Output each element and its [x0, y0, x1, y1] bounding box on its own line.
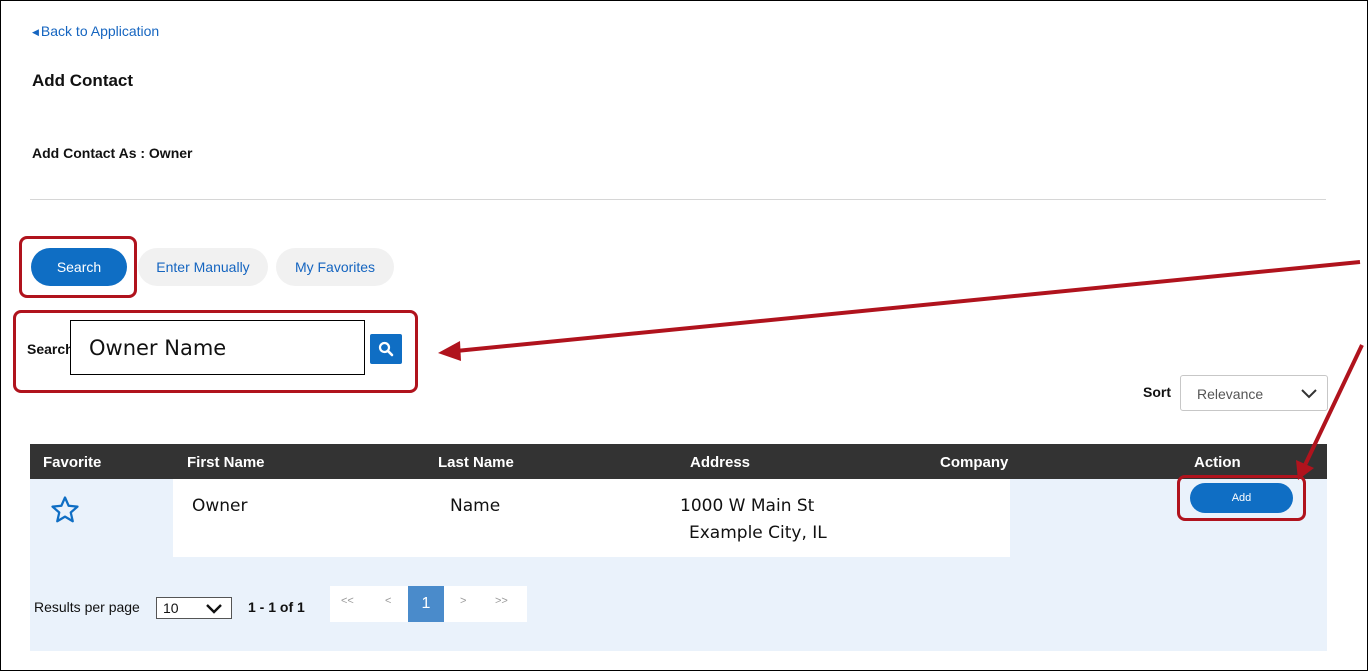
tab-my-favorites[interactable]: My Favorites — [276, 248, 394, 286]
tab-search[interactable]: Search — [31, 248, 127, 286]
cell-first-name: Owner — [192, 496, 248, 516]
results-per-page-value: 10 — [163, 600, 179, 616]
col-last-name[interactable]: Last Name — [438, 454, 514, 471]
page-title: Add Contact — [32, 71, 134, 90]
page-next-button[interactable]: > — [460, 595, 466, 607]
search-input[interactable] — [70, 320, 365, 375]
back-triangle-icon: ◀ — [32, 27, 39, 37]
add-contact-as-label: Add Contact As : Owner — [32, 145, 193, 161]
col-address[interactable]: Address — [690, 454, 750, 471]
chevron-down-icon — [1301, 389, 1317, 399]
results-per-page-label: Results per page — [34, 599, 140, 615]
sort-select[interactable]: Relevance — [1180, 375, 1328, 411]
search-label: Search — [27, 341, 74, 357]
favorite-star-icon[interactable] — [50, 495, 80, 525]
results-range: 1 - 1 of 1 — [248, 599, 305, 615]
results-per-page-select[interactable]: 10 — [156, 597, 232, 619]
sort-label: Sort — [1143, 384, 1171, 400]
search-button[interactable] — [370, 334, 402, 364]
col-action: Action — [1194, 454, 1241, 471]
tab-enter-manually[interactable]: Enter Manually — [138, 248, 268, 286]
cell-last-name: Name — [450, 496, 501, 516]
page-first-button[interactable]: << — [341, 595, 354, 607]
chevron-down-icon — [206, 604, 222, 614]
cell-address-line1: 1000 W Main St — [680, 496, 815, 516]
cell-address-line2: Example City, IL — [689, 523, 827, 543]
sort-selected-value: Relevance — [1197, 386, 1264, 402]
page-1-button[interactable]: 1 — [408, 586, 444, 622]
back-to-application-link[interactable]: ◀ Back to Application — [32, 23, 159, 39]
col-first-name[interactable]: First Name — [187, 454, 265, 471]
back-link-label: Back to Application — [40, 23, 160, 39]
add-button[interactable]: Add — [1190, 483, 1293, 513]
col-company[interactable]: Company — [940, 454, 1008, 471]
search-icon — [378, 341, 394, 357]
page-last-button[interactable]: >> — [495, 595, 508, 607]
col-favorite: Favorite — [43, 454, 102, 471]
divider — [30, 199, 1326, 200]
page-prev-button[interactable]: < — [385, 595, 391, 607]
table-row — [173, 479, 1010, 557]
